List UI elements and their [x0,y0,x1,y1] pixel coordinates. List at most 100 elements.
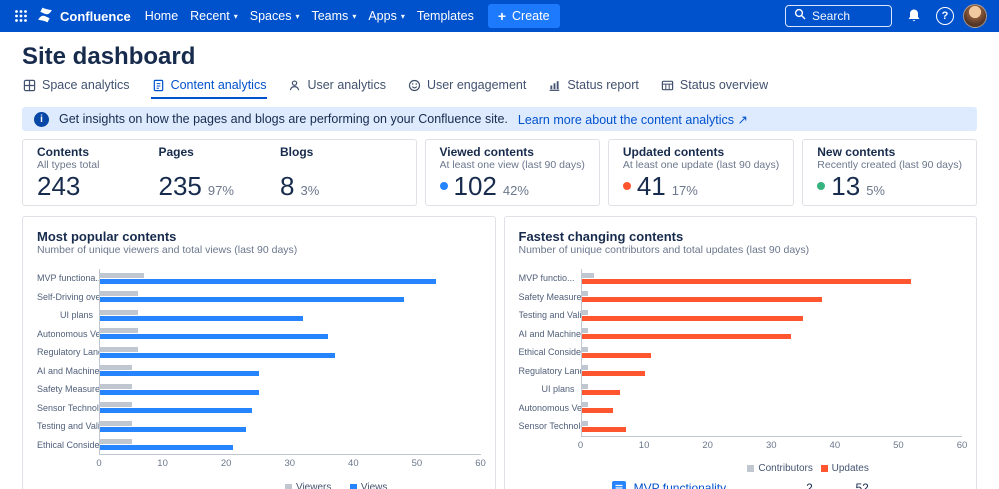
chart-row: MVP functio... [519,269,963,288]
chart-category-label: Sensor Technolo [37,399,99,418]
chart-bar-views[interactable] [100,316,303,321]
chart-bar-updates[interactable] [582,279,912,284]
chart-bar-contributors[interactable] [582,365,588,370]
chart-bar-viewers[interactable] [100,310,138,315]
content-link[interactable]: MVP functionality [634,481,757,489]
stat-label: Pages [159,146,281,159]
axis-tick-label: 50 [893,440,904,451]
chart-bar-updates[interactable] [582,390,620,395]
chart-bar-views[interactable] [100,408,252,413]
chart-bar-views[interactable] [100,445,233,450]
chart-bar-updates[interactable] [582,353,652,358]
document-icon [152,79,165,92]
app-switcher-icon[interactable] [8,3,34,29]
chart-bar-viewers[interactable] [100,439,132,444]
nav-item-templates[interactable]: Templates [411,0,480,32]
tab-user-analytics[interactable]: User analytics [287,74,387,99]
chart-bar-views[interactable] [100,390,259,395]
chart-ticks: 0102030405060 [99,457,481,471]
nav-item-spaces[interactable]: Spaces ▾ [244,0,306,32]
axis-tick-label: 40 [348,458,359,469]
stat-label: Contents [37,146,159,159]
chart-bars [99,380,481,399]
stat-percent: 97% [208,183,234,198]
chart-bar-views[interactable] [100,279,436,284]
chart-bar-viewers[interactable] [100,273,144,278]
updated-contents-card: Updated contents At least one update (la… [608,139,794,206]
avatar[interactable] [963,4,987,28]
chart-bar-viewers[interactable] [100,291,138,296]
chart-bar-updates[interactable] [582,408,614,413]
chart-bar-updates[interactable] [582,297,823,302]
legend-label: Contributors [758,463,812,474]
chart-bar-viewers[interactable] [100,402,132,407]
viewed-contents-card: Viewed contents At least one view (last … [425,139,600,206]
notifications-icon[interactable] [901,3,927,29]
chart-bar-viewers[interactable] [100,365,132,370]
nav-item-recent[interactable]: Recent ▾ [184,0,244,32]
stat-label: Updated contents [623,146,779,159]
chart-bar-viewers[interactable] [100,384,132,389]
chart-category-label: MVP functiona... [37,269,99,288]
blogs-stat: Blogs 8 3% [280,146,402,199]
charts-row: Most popular contents Number of unique v… [22,216,977,489]
chart-bars [99,269,481,288]
chart-plot: MVP functiona...Self-Driving oveUI plans… [37,269,481,454]
chart-row: Regulatory Lands [37,343,481,362]
tab-space-analytics[interactable]: Space analytics [22,74,131,99]
confluence-brand[interactable]: Confluence [34,6,139,27]
chart-bar-viewers[interactable] [100,421,132,426]
page-title: Site dashboard [22,44,977,70]
chart-bar-updates[interactable] [582,334,791,339]
axis-tick-label: 60 [475,458,486,469]
chart-bar-updates[interactable] [582,316,804,321]
stats-row: Contents All types total 243 Pages 235 9… [22,139,977,206]
create-button-label: Create [512,9,550,23]
help-icon[interactable]: ? [936,7,954,25]
nav-item-home[interactable]: Home [139,0,184,32]
chart-bar-contributors[interactable] [582,328,588,333]
stat-sublabel: At least one update (last 90 days) [623,159,779,171]
create-button[interactable]: + Create [488,4,560,28]
chart-bar-contributors[interactable] [582,402,588,407]
chart-bar-views[interactable] [100,353,335,358]
stat-label: Viewed contents [440,146,585,159]
chart-bar-views[interactable] [100,334,328,339]
chart-bar-contributors[interactable] [582,291,588,296]
stat-percent: 5% [866,183,885,198]
chart-bar-contributors[interactable] [582,273,595,278]
page-icon [612,481,626,489]
chart-category-label: Testing and Valid [519,306,581,325]
chart-bar-updates[interactable] [582,427,626,432]
main-content: Site dashboard Space analytics Content a… [0,44,999,489]
tab-user-engagement[interactable]: User engagement [407,74,527,99]
tab-content-analytics[interactable]: Content analytics [151,74,268,99]
legend-swatch-icon [821,465,828,472]
chart-bar-viewers[interactable] [100,328,138,333]
search-input[interactable] [812,9,884,23]
nav-item-apps[interactable]: Apps ▾ [362,0,411,32]
search-box[interactable] [785,5,892,27]
nav-item-teams[interactable]: Teams ▾ [305,0,362,32]
tab-label: Status overview [680,78,768,92]
chart-bar-views[interactable] [100,371,259,376]
learn-more-link[interactable]: Learn more about the content analytics ↗ [518,112,748,127]
tab-status-overview[interactable]: Status overview [660,74,769,99]
chart-row: Self-Driving ove [37,288,481,307]
chart-bar-contributors[interactable] [582,347,588,352]
tab-status-report[interactable]: Status report [547,74,640,99]
content-table: ViewersViews MVP functionality753 [130,479,387,489]
chart-row: Autonomous Vehi [519,399,963,418]
chart-bar-contributors[interactable] [582,421,588,426]
chart-bar-contributors[interactable] [582,310,588,315]
nav-item-label: Teams [311,9,348,23]
chart-bars [99,306,481,325]
chart-category-label: UI plans [519,380,581,399]
chart-bar-views[interactable] [100,297,404,302]
chart-bar-contributors[interactable] [582,384,588,389]
chart-bar-views[interactable] [100,427,246,432]
chart-bar-updates[interactable] [582,371,645,376]
stat-sublabel: All types total [37,159,159,171]
chart-bar-viewers[interactable] [100,347,138,352]
nav-item-label: Apps [368,9,397,23]
